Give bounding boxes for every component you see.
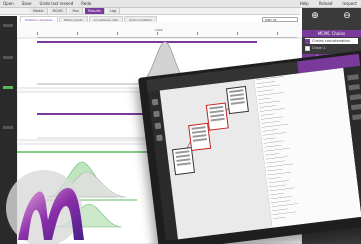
sidebar-item[interactable] (3, 24, 13, 27)
sidebar-item[interactable] (3, 56, 13, 59)
tool-icon[interactable] (153, 110, 160, 118)
tool-icon[interactable] (154, 122, 162, 130)
menu-save[interactable]: Save (22, 0, 32, 7)
graph-node[interactable] (171, 146, 195, 176)
menu-reload[interactable]: Reload (319, 0, 333, 7)
chronomodel-logo (6, 170, 84, 244)
toolbar-mcmc-button[interactable]: MCMC (49, 8, 68, 14)
mcmc-chains-title: MCMC Chains (302, 30, 361, 37)
panel-button[interactable] (352, 113, 361, 121)
panel-button[interactable] (350, 103, 361, 111)
menubar: Open Save Undo last reseed Redo Help Rel… (0, 0, 361, 8)
toolbar: Model MCMC Run Results Log (0, 8, 300, 15)
graph-node[interactable] (225, 85, 249, 115)
zoom-out-icon[interactable]: ⊖ (340, 10, 354, 22)
menu-undo[interactable]: Undo last reseed (40, 0, 74, 7)
model-graph-view[interactable] (159, 78, 273, 240)
chain-1-option[interactable]: Chain 1 (305, 45, 358, 51)
menu-redo[interactable]: Redo (81, 0, 91, 7)
chains-concatenation-option[interactable]: Chains concatenation (305, 38, 358, 44)
tool-icon[interactable] (156, 134, 163, 142)
chain-label: Chains concatenation (312, 39, 350, 43)
chain-label: Chain 1 (312, 46, 326, 50)
toolbar-model-button[interactable]: Model (30, 8, 48, 14)
zoom-in-icon[interactable]: ⊕ (308, 10, 322, 22)
tablet-device-overlay: ────────────────── ──────────── ────────… (138, 49, 361, 244)
menu-inspect[interactable]: Inspect (342, 0, 357, 7)
panel-button[interactable] (347, 74, 359, 81)
toolbar-run-button[interactable]: Run (69, 8, 84, 14)
checkbox-icon[interactable] (305, 38, 310, 44)
graph-node[interactable] (205, 102, 229, 131)
tablet-log-view: ────────────────── ──────────── ────────… (253, 67, 361, 228)
menu-open[interactable]: Open (3, 0, 14, 7)
checkbox-icon[interactable] (305, 45, 310, 51)
panel-button[interactable] (348, 84, 360, 91)
tool-icon[interactable] (151, 98, 159, 106)
sidebar-item[interactable] (3, 126, 13, 129)
panel-button[interactable] (349, 93, 361, 101)
toolbar-log-button[interactable]: Log (106, 8, 121, 14)
menu-help[interactable]: Help (300, 0, 309, 7)
app-window: Open Save Undo last reseed Redo Help Rel… (0, 0, 361, 244)
toolbar-results-button[interactable]: Results (85, 8, 105, 14)
sidebar-item[interactable] (3, 86, 13, 89)
